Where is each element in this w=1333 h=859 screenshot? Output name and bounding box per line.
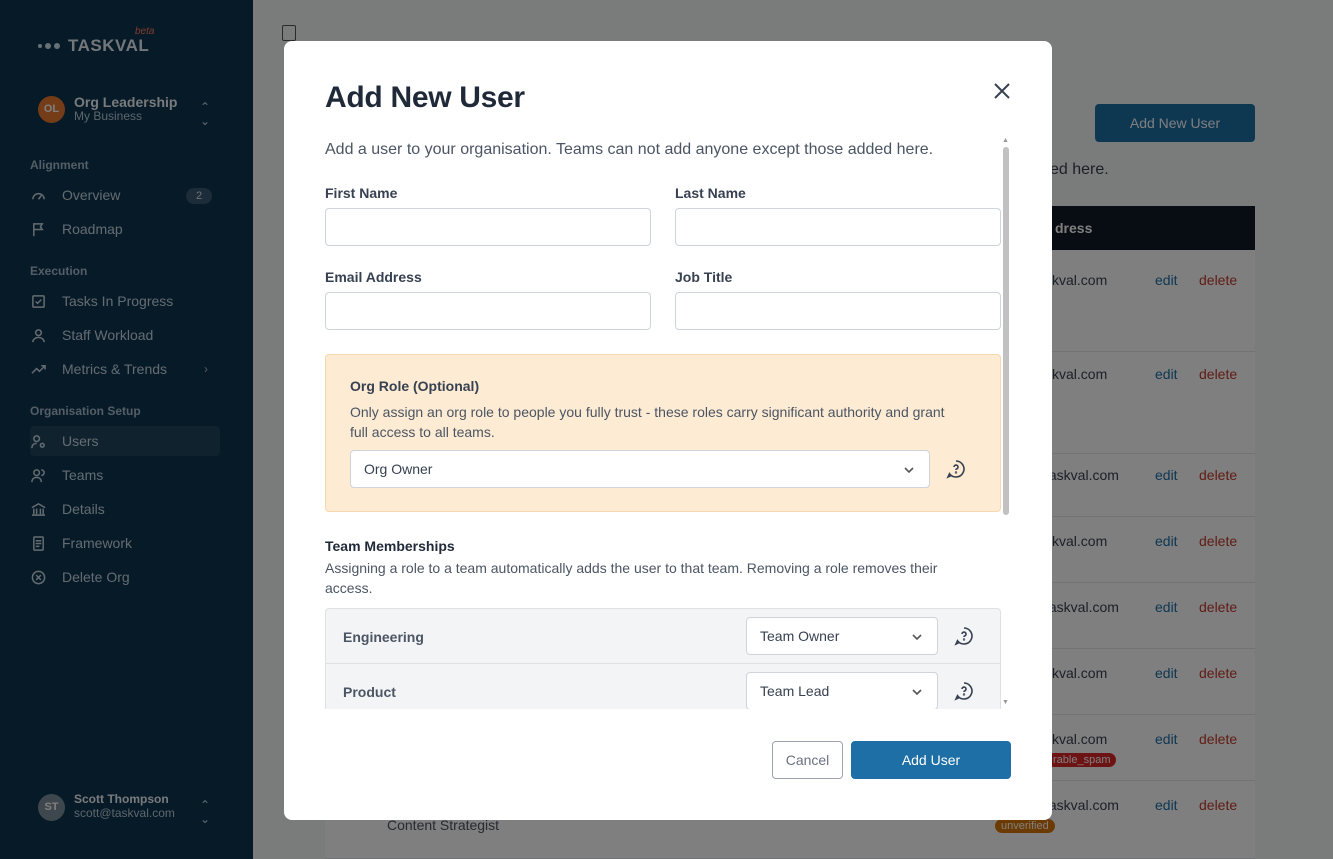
chevron-down-icon (911, 685, 923, 697)
scrollbar-thumb[interactable] (1003, 147, 1009, 515)
org-role-select[interactable]: Org Owner (350, 450, 930, 488)
chevron-down-icon (903, 463, 915, 475)
scroll-up-icon[interactable]: ▲ (1002, 137, 1009, 144)
job-title-field[interactable] (675, 292, 1001, 330)
help-icon[interactable] (954, 681, 974, 701)
dialog-title: Add New User (325, 81, 525, 114)
team-role-selected: Team Owner (760, 628, 840, 644)
help-icon[interactable] (946, 459, 966, 479)
add-user-dialog: Add New User Add a user to your organisa… (284, 41, 1052, 820)
team-name: Product (343, 684, 396, 700)
last-name-field[interactable] (675, 208, 1001, 246)
org-role-description: Only assign an org role to people you fu… (350, 404, 945, 440)
team-role-select[interactable]: Team Owner (746, 617, 938, 655)
scroll-down-icon[interactable]: ▼ (1002, 699, 1009, 706)
org-role-panel: Org Role (Optional) Only assign an org r… (325, 354, 1001, 512)
org-role-selected: Org Owner (364, 461, 433, 477)
email-label: Email Address (325, 269, 422, 285)
last-name-label: Last Name (675, 185, 746, 201)
dialog-description: Add a user to your organisation. Teams c… (325, 141, 934, 158)
dialog-scrollbar[interactable]: ▲ ▼ (1002, 137, 1010, 709)
team-memberships-description: Assigning a role to a team automatically… (325, 560, 938, 596)
chevron-down-icon (911, 630, 923, 642)
job-title-label: Job Title (675, 269, 733, 285)
close-icon (994, 83, 1010, 99)
dialog-body: Add a user to your organisation. Teams c… (325, 137, 1005, 709)
org-role-title: Org Role (Optional) (350, 378, 480, 394)
team-memberships-table: Engineering Team Owner Product Team Lead (325, 608, 1001, 709)
first-name-label: First Name (325, 185, 398, 201)
first-name-field[interactable] (325, 208, 651, 246)
cancel-button[interactable]: Cancel (772, 741, 843, 779)
help-icon[interactable] (954, 626, 974, 646)
team-row-product: Product Team Lead (326, 664, 1000, 709)
team-role-selected: Team Lead (760, 683, 830, 699)
team-row-engineering: Engineering Team Owner (326, 609, 1000, 664)
team-role-select[interactable]: Team Lead (746, 672, 938, 709)
team-name: Engineering (343, 629, 424, 645)
team-memberships-title: Team Memberships (325, 538, 455, 554)
add-user-button[interactable]: Add User (851, 741, 1011, 779)
email-field[interactable] (325, 292, 651, 330)
close-button[interactable] (990, 79, 1014, 103)
